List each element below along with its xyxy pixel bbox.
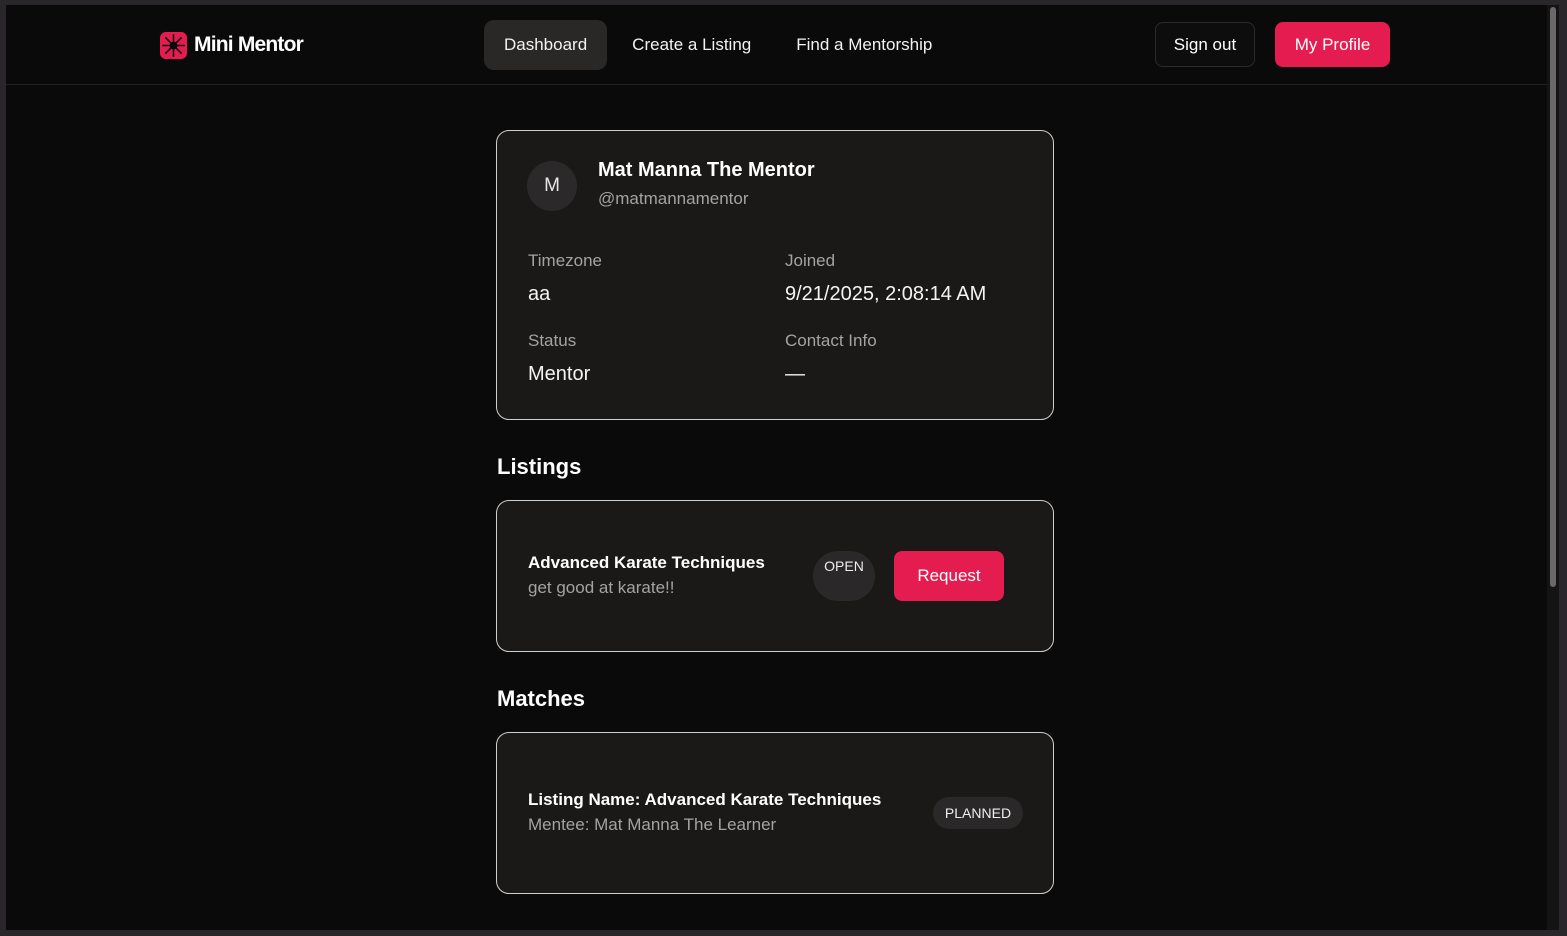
listing-description: get good at karate!! [528, 578, 675, 597]
contact-label: Contact Info [785, 331, 877, 350]
joined-label: Joined [785, 251, 836, 270]
nav-find-mentorship[interactable]: Find a Mentorship [776, 20, 952, 70]
timezone-value: aa [528, 283, 551, 305]
timezone-label: Timezone [528, 251, 603, 270]
status-badge: OPEN [813, 551, 875, 601]
nav-create-listing[interactable]: Create a Listing [612, 20, 771, 70]
match-card: Listing Name: Advanced Karate Techniques… [496, 732, 1054, 894]
request-button[interactable]: Request [894, 551, 1004, 601]
nav-dashboard[interactable]: Dashboard [484, 20, 608, 70]
avatar: M [527, 161, 577, 211]
listing-title: Advanced Karate Techniques [528, 553, 765, 572]
profile-name: Mat Manna The Mentor [598, 159, 815, 181]
scrollbar-thumb[interactable] [1550, 7, 1556, 587]
match-mentee: Mentee: Mat Manna The Learner [528, 815, 777, 834]
brand-name: Mini Mentor [194, 33, 304, 56]
sunburst-logo-icon [160, 31, 187, 59]
match-title: Listing Name: Advanced Karate Techniques [528, 790, 882, 809]
my-profile-button[interactable]: My Profile [1275, 22, 1390, 67]
status-label: Status [528, 331, 577, 350]
status-value: Mentor [528, 363, 591, 385]
sign-out-button[interactable]: Sign out [1155, 22, 1255, 67]
joined-value: 9/21/2025, 2:08:14 AM [785, 283, 987, 305]
top-navbar: Mini Mentor Dashboard Create a Listing F… [6, 5, 1547, 85]
matches-heading: Matches [497, 686, 586, 711]
brand-logo[interactable]: Mini Mentor [160, 31, 304, 59]
profile-card: M Mat Manna The Mentor @matmannamentor T… [496, 130, 1054, 420]
listings-heading: Listings [497, 454, 582, 479]
profile-handle: @matmannamentor [598, 189, 749, 208]
listing-card: Advanced Karate Techniques get good at k… [496, 500, 1054, 652]
browser-viewport: Mini Mentor Dashboard Create a Listing F… [6, 5, 1559, 930]
nav-links: Dashboard Create a Listing Find a Mentor… [484, 20, 952, 70]
status-badge: PLANNED [933, 797, 1023, 829]
contact-value: — [785, 363, 805, 385]
vertical-scrollbar[interactable] [1547, 5, 1559, 930]
